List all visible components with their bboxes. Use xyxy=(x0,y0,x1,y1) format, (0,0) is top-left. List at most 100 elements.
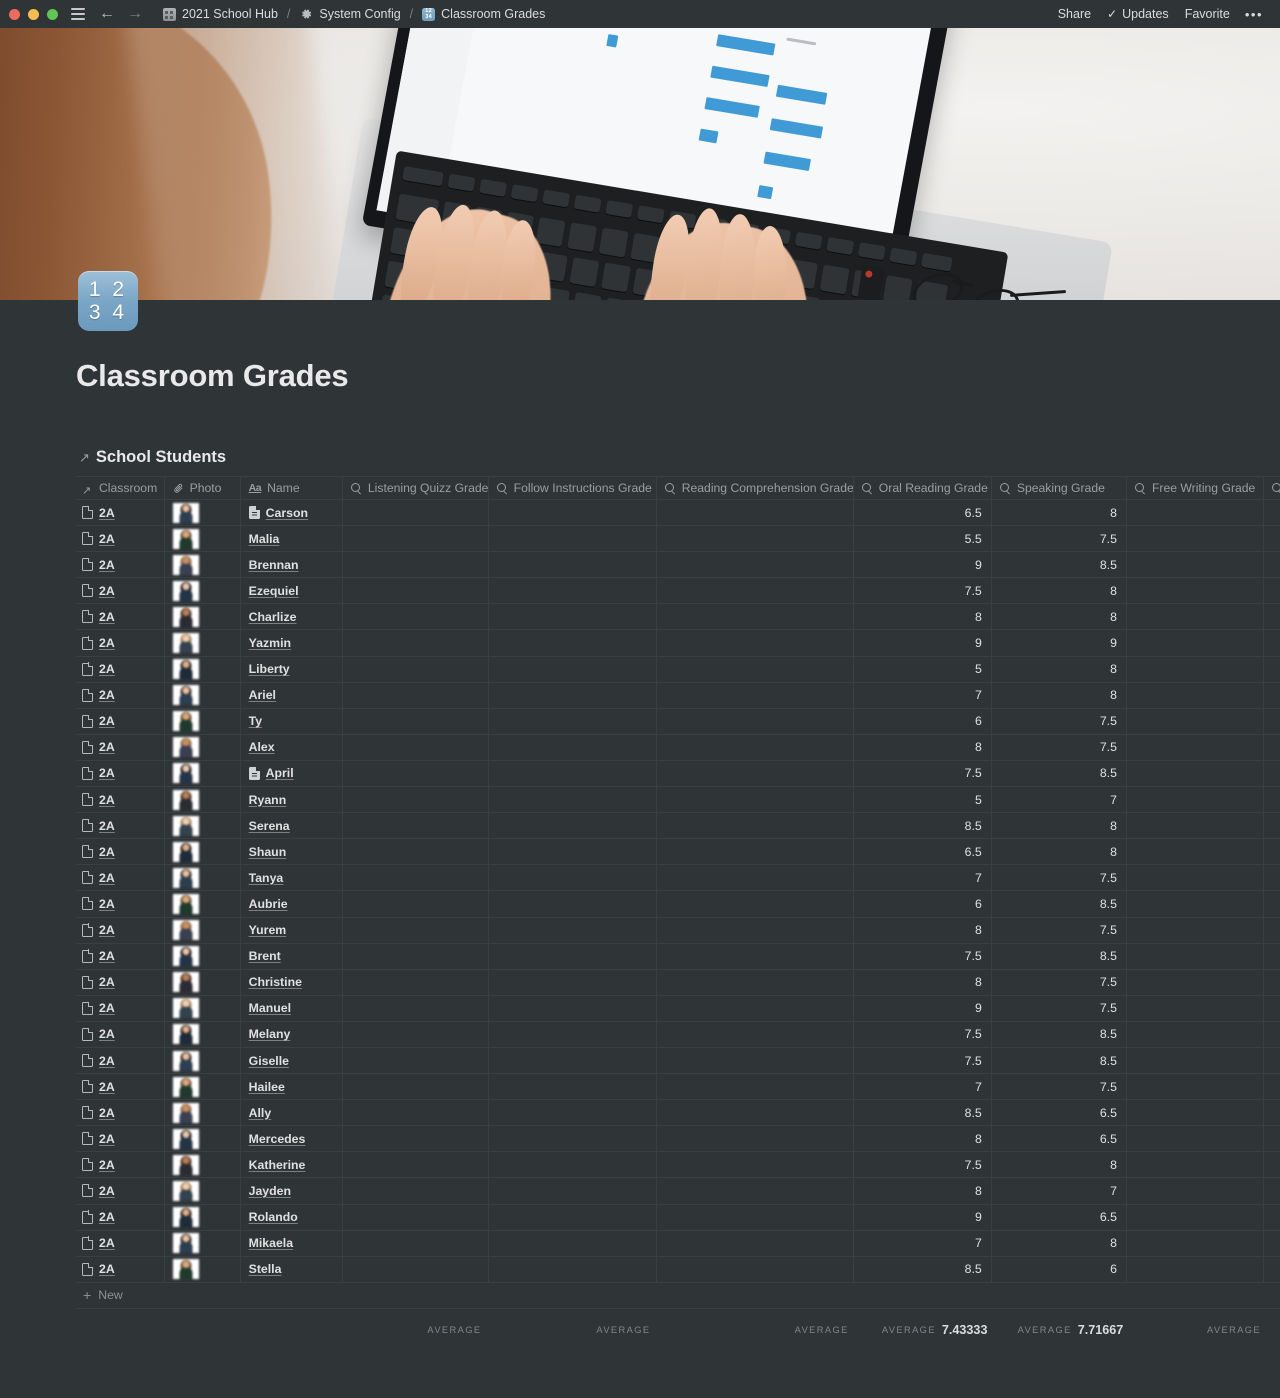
minimize-window-button[interactable] xyxy=(28,8,39,20)
aggregate-photo[interactable] xyxy=(165,1309,241,1351)
cell-classroom[interactable]: 2A xyxy=(76,839,165,865)
cell-speaking-grade[interactable]: 7.5 xyxy=(992,995,1127,1021)
cell-photo[interactable] xyxy=(165,917,241,943)
cell-free-writing-grade[interactable] xyxy=(1127,630,1264,656)
cell-oral-reading-grade[interactable]: 7.5 xyxy=(854,760,992,787)
cell-reading-comprehension-grade[interactable] xyxy=(657,1126,854,1152)
cell-listening-quizz-grade[interactable] xyxy=(343,813,489,839)
cell-photo[interactable] xyxy=(165,1021,241,1047)
cell-free-writing-grade[interactable] xyxy=(1127,1256,1264,1282)
cell-oral-reading-grade[interactable]: 5.5 xyxy=(854,526,992,552)
cell-reading-comprehension-grade[interactable] xyxy=(657,1021,854,1047)
cell-free-writing-grade[interactable] xyxy=(1127,682,1264,708)
cell-classroom[interactable]: 2A xyxy=(76,1021,165,1047)
cell-classroom[interactable]: 2A xyxy=(76,1204,165,1230)
cell-free-writing-grade[interactable] xyxy=(1127,526,1264,552)
cell-oral-reading-grade[interactable]: 9 xyxy=(854,1204,992,1230)
cell-classroom[interactable]: 2A xyxy=(76,708,165,734)
close-window-button[interactable] xyxy=(9,8,20,20)
cell-classroom[interactable]: 2A xyxy=(76,604,165,630)
cell-oral-reading-grade[interactable]: 6.5 xyxy=(854,839,992,865)
cell-reading-comprehension-grade[interactable] xyxy=(657,1152,854,1178)
cell-photo[interactable] xyxy=(165,630,241,656)
cell-speaking-grade[interactable]: 6.5 xyxy=(992,1204,1127,1230)
cell-reading-comprehension-grade[interactable] xyxy=(657,787,854,813)
cell-classroom[interactable]: 2A xyxy=(76,656,165,682)
updates-button[interactable]: ✓ Updates xyxy=(1099,4,1177,24)
cell-follow-instructions-grade[interactable] xyxy=(489,1047,657,1074)
cell-photo[interactable] xyxy=(165,891,241,917)
cell-speaking-grade[interactable]: 7.5 xyxy=(992,526,1127,552)
cell-classroom[interactable]: 2A xyxy=(76,1126,165,1152)
table-row[interactable]: 2A April 7.5 8.5 xyxy=(76,760,1280,788)
cell-classroom[interactable]: 2A xyxy=(76,787,165,813)
cell-oral-reading-grade[interactable]: 7.5 xyxy=(854,1152,992,1178)
cell-reading-comprehension-grade[interactable] xyxy=(657,995,854,1021)
cell-classroom[interactable]: 2A xyxy=(76,526,165,552)
cell-reading-comprehension-grade[interactable] xyxy=(657,656,854,682)
cell-reading-comprehension-grade[interactable] xyxy=(657,552,854,578)
table-row[interactable]: 2A Mikaela 7 8 xyxy=(76,1230,1280,1257)
cell-classroom[interactable]: 2A xyxy=(76,760,165,787)
table-row[interactable]: 2A Stella 8.5 6 xyxy=(76,1256,1280,1283)
cell-oral-reading-grade[interactable]: 7 xyxy=(854,1074,992,1100)
cell-oral-reading-grade[interactable]: 8 xyxy=(854,734,992,760)
cell-oral-reading-grade[interactable]: 8.5 xyxy=(854,1256,992,1282)
column-header-follow-instructions-grade[interactable]: Follow Instructions Grade xyxy=(489,477,657,499)
table-row[interactable]: 2A Liberty 5 8 xyxy=(76,656,1280,683)
aggregate-oral[interactable]: AVERAGE 7.43333 xyxy=(858,1309,997,1351)
cell-free-writing-grade[interactable] xyxy=(1127,760,1264,787)
cell-follow-instructions-grade[interactable] xyxy=(489,1126,657,1152)
cell-photo[interactable] xyxy=(165,500,241,526)
cell-follow-instructions-grade[interactable] xyxy=(489,995,657,1021)
cell-listening-quizz-grade[interactable] xyxy=(343,1178,489,1204)
cell-name[interactable]: Shaun xyxy=(241,839,343,865)
cell-follow-instructions-grade[interactable] xyxy=(489,734,657,760)
cell-free-writing-grade[interactable] xyxy=(1127,1100,1264,1126)
cell-reading-comprehension-grade[interactable] xyxy=(657,630,854,656)
cell-classroom[interactable]: 2A xyxy=(76,1230,165,1256)
cell-follow-instructions-grade[interactable] xyxy=(489,1021,657,1047)
cell-listening-quizz-grade[interactable] xyxy=(343,1256,489,1282)
cell-reading-comprehension-grade[interactable] xyxy=(657,1047,854,1074)
cell-speaking-grade[interactable]: 8 xyxy=(992,604,1127,630)
page-title[interactable]: Classroom Grades xyxy=(76,358,349,394)
cell-listening-quizz-grade[interactable] xyxy=(343,682,489,708)
table-row[interactable]: 2A Yazmin 9 9 xyxy=(76,630,1280,657)
table-row[interactable]: 2A Jayden 8 7 xyxy=(76,1178,1280,1205)
aggregate-freewriting[interactable]: AVERAGE xyxy=(1132,1309,1270,1351)
cell-free-writing-grade[interactable] xyxy=(1127,995,1264,1021)
cell-name[interactable]: Serena xyxy=(241,813,343,839)
cell-follow-instructions-grade[interactable] xyxy=(489,1256,657,1282)
cell-free-writing-grade[interactable] xyxy=(1127,708,1264,734)
window-controls[interactable] xyxy=(9,8,58,20)
cell-oral-reading-grade[interactable]: 7.5 xyxy=(854,1047,992,1074)
table-row[interactable]: 2A Mercedes 8 6.5 xyxy=(76,1126,1280,1153)
cell-reading-comprehension-grade[interactable] xyxy=(657,708,854,734)
cell-follow-instructions-grade[interactable] xyxy=(489,552,657,578)
zoom-window-button[interactable] xyxy=(47,8,58,20)
cell-speaking-grade[interactable]: 7 xyxy=(992,1178,1127,1204)
cell-oral-reading-grade[interactable]: 8.5 xyxy=(854,1100,992,1126)
cell-classroom[interactable]: 2A xyxy=(76,630,165,656)
aggregate-follow[interactable]: AVERAGE xyxy=(490,1309,659,1351)
cell-photo[interactable] xyxy=(165,578,241,604)
cell-photo[interactable] xyxy=(165,1047,241,1074)
aggregate-speaking[interactable]: AVERAGE 7.71667 xyxy=(996,1309,1132,1351)
cell-reading-comprehension-grade[interactable] xyxy=(657,969,854,995)
cell-listening-quizz-grade[interactable] xyxy=(343,1152,489,1178)
cell-oral-reading-grade[interactable]: 8 xyxy=(854,604,992,630)
cell-reading-comprehension-grade[interactable] xyxy=(657,760,854,787)
cell-classroom[interactable]: 2A xyxy=(76,578,165,604)
cell-listening-quizz-grade[interactable] xyxy=(343,1100,489,1126)
column-header-listening-quizz-grade[interactable]: Listening Quizz Grade xyxy=(343,477,489,499)
cell-classroom[interactable]: 2A xyxy=(76,865,165,891)
cell-photo[interactable] xyxy=(165,708,241,734)
column-header-classroom[interactable]: Classroom xyxy=(76,477,165,499)
forward-arrow-icon[interactable]: → xyxy=(127,6,143,22)
cell-name[interactable]: Hailee xyxy=(241,1074,343,1100)
cell-free-writing-grade[interactable] xyxy=(1127,1204,1264,1230)
table-row[interactable]: 2A Ally 8.5 6.5 xyxy=(76,1100,1280,1127)
cell-name[interactable]: Ryann xyxy=(241,787,343,813)
cell-follow-instructions-grade[interactable] xyxy=(489,1152,657,1178)
